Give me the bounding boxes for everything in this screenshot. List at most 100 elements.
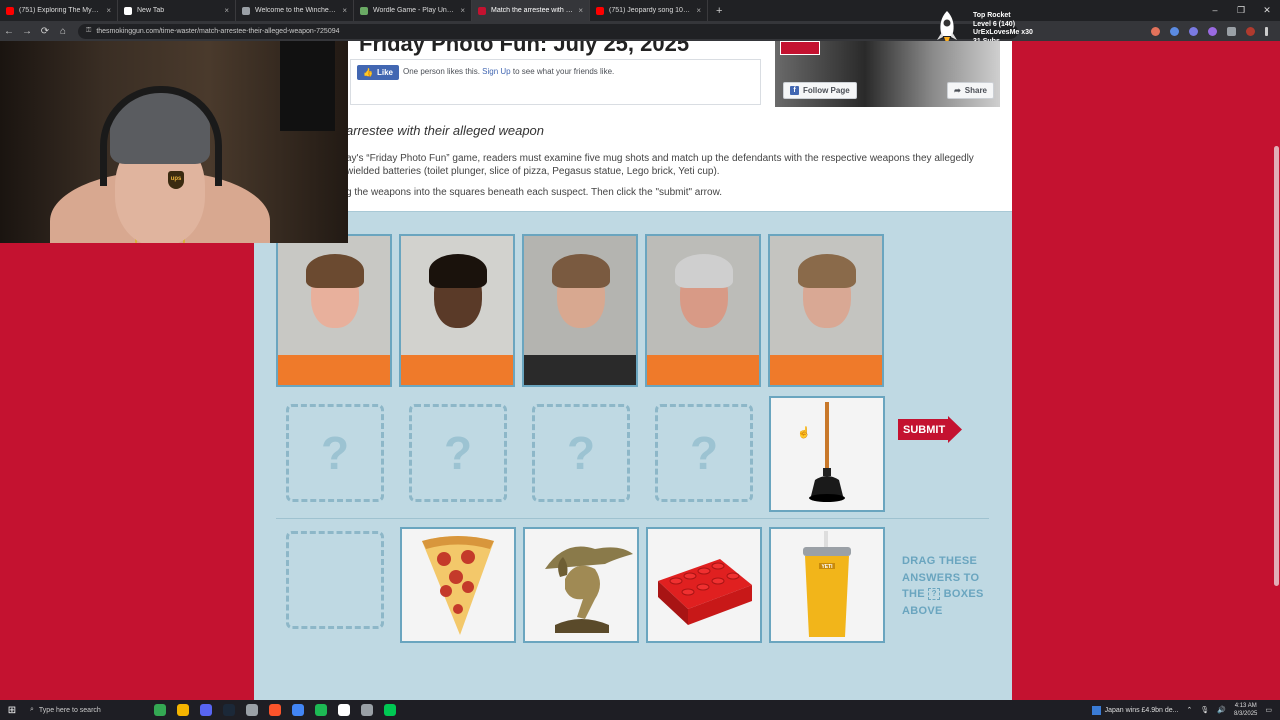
tab-favicon-icon <box>360 6 368 15</box>
mugshot-3 <box>522 234 638 387</box>
taskbar-apps <box>154 704 396 716</box>
answer-plunger[interactable] <box>769 396 885 512</box>
windows-start-icon[interactable]: ⊞ <box>0 705 24 716</box>
tab-close-icon[interactable]: × <box>224 6 229 15</box>
clock[interactable]: 4:13 AM 8/3/2025 <box>1234 702 1257 718</box>
pegasus-statue-icon <box>545 546 633 633</box>
extension-icon[interactable] <box>1151 26 1160 36</box>
taskbar-app-icon[interactable] <box>384 704 396 716</box>
drop-slot-1[interactable]: ? <box>286 404 384 502</box>
share-button[interactable]: ➦ Share <box>947 82 994 99</box>
tab-close-icon[interactable]: × <box>460 6 465 15</box>
question-box-icon: ? <box>928 588 941 601</box>
answer-pizza[interactable] <box>400 527 516 643</box>
back-button[interactable]: ← <box>0 26 18 37</box>
news-widget[interactable]: Japan wins £4.9bn de... <box>1091 705 1179 715</box>
taskbar-app-icon[interactable] <box>154 704 166 716</box>
pizza-slice-icon <box>422 536 494 635</box>
home-button[interactable]: ⌂ <box>54 26 72 37</box>
signup-rest-text: to see what your friends like. <box>512 67 615 76</box>
webcam-overlay: ups <box>0 41 348 243</box>
facebook-page-logo <box>780 41 820 55</box>
news-text: Japan wins £4.9bn de... <box>1104 706 1179 714</box>
page-content: Friday Photo Fun: July 25, 2025 👍 Like O… <box>254 41 1012 700</box>
clock-date: 8/3/2025 <box>1234 711 1258 717</box>
taskbar-search[interactable]: ⌕ Type here to search <box>24 700 128 720</box>
tab-favicon-icon <box>6 6 14 15</box>
overlay-title: Top Rocket <box>973 12 1011 19</box>
headset-icon <box>100 86 222 186</box>
tab-close-icon[interactable]: × <box>696 6 701 15</box>
browser-tab[interactable]: Welcome to the Winchester M × <box>236 0 354 21</box>
tab-favicon-icon <box>242 6 250 15</box>
submit-button[interactable]: SUBMIT <box>898 416 964 443</box>
drop-slot-3[interactable]: ? <box>532 404 630 502</box>
tab-title: Welcome to the Winchester M <box>255 7 338 14</box>
extension-icon[interactable] <box>1189 26 1198 36</box>
drag-note-line: DRAG THESE <box>902 555 978 567</box>
follow-page-button[interactable]: f Follow Page <box>783 82 857 99</box>
lego-brick-icon <box>658 559 752 625</box>
drop-slot-2[interactable]: ? <box>409 404 507 502</box>
signup-link[interactable]: Sign Up <box>482 67 510 76</box>
extension-icon[interactable] <box>1208 26 1217 36</box>
orange-jumpsuit <box>647 355 759 385</box>
tab-favicon-icon <box>478 6 486 15</box>
suspect-hair <box>306 254 364 288</box>
tab-close-icon[interactable]: × <box>342 6 347 15</box>
mugshot-4 <box>645 234 761 387</box>
address-bar[interactable]: ⚿ thesmokinggun.com/time-waster/match-ar… <box>78 23 1018 39</box>
tab-close-icon[interactable]: × <box>106 6 111 15</box>
taskbar-app-icon[interactable] <box>177 704 189 716</box>
scrollbar-thumb[interactable] <box>1274 146 1279 586</box>
question-mark-icon: ? <box>566 427 596 479</box>
url-text: thesmokinggun.com/time-waster/match-arre… <box>96 27 340 35</box>
taskbar-app-icon[interactable] <box>361 704 373 716</box>
ups-logo: ups <box>168 171 184 189</box>
answer-source-empty-slot[interactable] <box>286 531 384 629</box>
taskbar-app-icon[interactable] <box>269 704 281 716</box>
minimize-button[interactable]: – <box>1202 0 1228 21</box>
taskbar: ⊞ ⌕ Type here to search Japan wins £4.9b… <box>0 700 1280 720</box>
new-tab-button[interactable]: + <box>708 5 730 17</box>
clock-time: 4:13 AM <box>1234 703 1257 709</box>
browser-tab[interactable]: (751) Jeopardy song 10 hours l × <box>590 0 708 21</box>
taskbar-app-icon[interactable] <box>338 704 350 716</box>
notifications-icon[interactable]: ▭ <box>1265 706 1272 714</box>
answer-pegasus[interactable] <box>523 527 639 643</box>
close-window-button[interactable]: ✕ <box>1254 0 1280 21</box>
restore-button[interactable]: ❐ <box>1228 0 1254 21</box>
drag-note-the: THE <box>902 588 925 600</box>
tab-close-icon[interactable]: × <box>578 6 583 15</box>
facebook-like-button[interactable]: 👍 Like <box>357 65 399 80</box>
suspect-hair <box>429 254 487 288</box>
plunger-icon <box>809 402 845 502</box>
extensions-puzzle-icon[interactable] <box>1227 26 1236 36</box>
system-tray: Japan wins £4.9bn de... ⌃ 🎙 🔊 4:13 AM 8/… <box>1091 700 1280 720</box>
browser-tab[interactable]: Wordle Game - Play Unlimited × <box>354 0 472 21</box>
window-controls: – ❐ ✕ <box>1202 0 1280 21</box>
browser-tab[interactable]: New Tab × <box>118 0 236 21</box>
taskbar-app-icon[interactable] <box>200 704 212 716</box>
taskbar-app-icon[interactable] <box>246 704 258 716</box>
browser-tab[interactable]: (751) Exploring The Mystery Sp × <box>0 0 118 21</box>
taskbar-app-icon[interactable] <box>223 704 235 716</box>
taskbar-app-icon[interactable] <box>315 704 327 716</box>
drop-slot-4[interactable]: ? <box>655 404 753 502</box>
reload-button[interactable]: ⟳ <box>36 26 54 37</box>
volume-icon[interactable]: 🔊 <box>1217 706 1226 714</box>
drag-note-line: ABOVE <box>902 604 943 617</box>
tab-bar: (751) Exploring The Mystery Sp×New Tab×W… <box>0 0 1280 21</box>
answer-yeti-cup[interactable]: YETI <box>769 527 885 643</box>
menu-dots-icon[interactable] <box>1265 26 1268 36</box>
taskbar-app-icon[interactable] <box>292 704 304 716</box>
browser-tab[interactable]: Match the arrestee with their a × <box>472 0 590 21</box>
extension-icon[interactable] <box>1170 26 1179 36</box>
mic-icon[interactable]: 🎙 <box>1200 706 1209 714</box>
answer-lego[interactable] <box>646 527 762 643</box>
forward-button[interactable]: → <box>18 26 36 37</box>
chevron-up-icon[interactable]: ⌃ <box>1187 706 1193 714</box>
page-scrollbar[interactable] <box>1272 41 1280 700</box>
yeti-cup-icon: YETI <box>803 531 851 637</box>
profile-avatar[interactable] <box>1246 26 1255 36</box>
